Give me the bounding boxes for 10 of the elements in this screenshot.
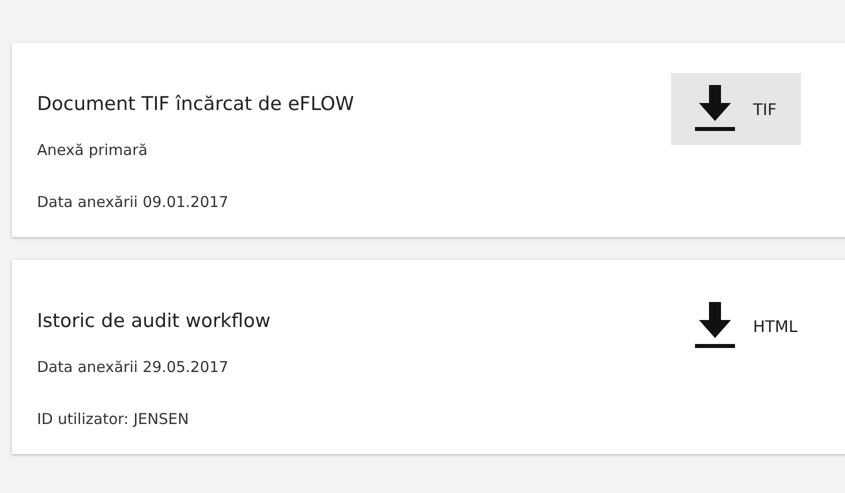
download-icon <box>695 85 735 133</box>
attachment-detail: ID utilizator: JENSEN <box>37 410 190 428</box>
download-icon <box>695 302 735 350</box>
download-button[interactable]: TIF <box>671 73 801 145</box>
download-button[interactable]: HTML <box>671 290 801 362</box>
attachment-detail: Anexă primară <box>37 141 149 159</box>
attachment-detail: Data anexării 09.01.2017 <box>37 193 230 211</box>
attachment-detail: Data anexării 29.05.2017 <box>37 358 230 376</box>
attachment-title: Istoric de audit workflow <box>37 310 272 332</box>
attachment-title: Document TIF încărcat de eFLOW <box>37 93 356 115</box>
